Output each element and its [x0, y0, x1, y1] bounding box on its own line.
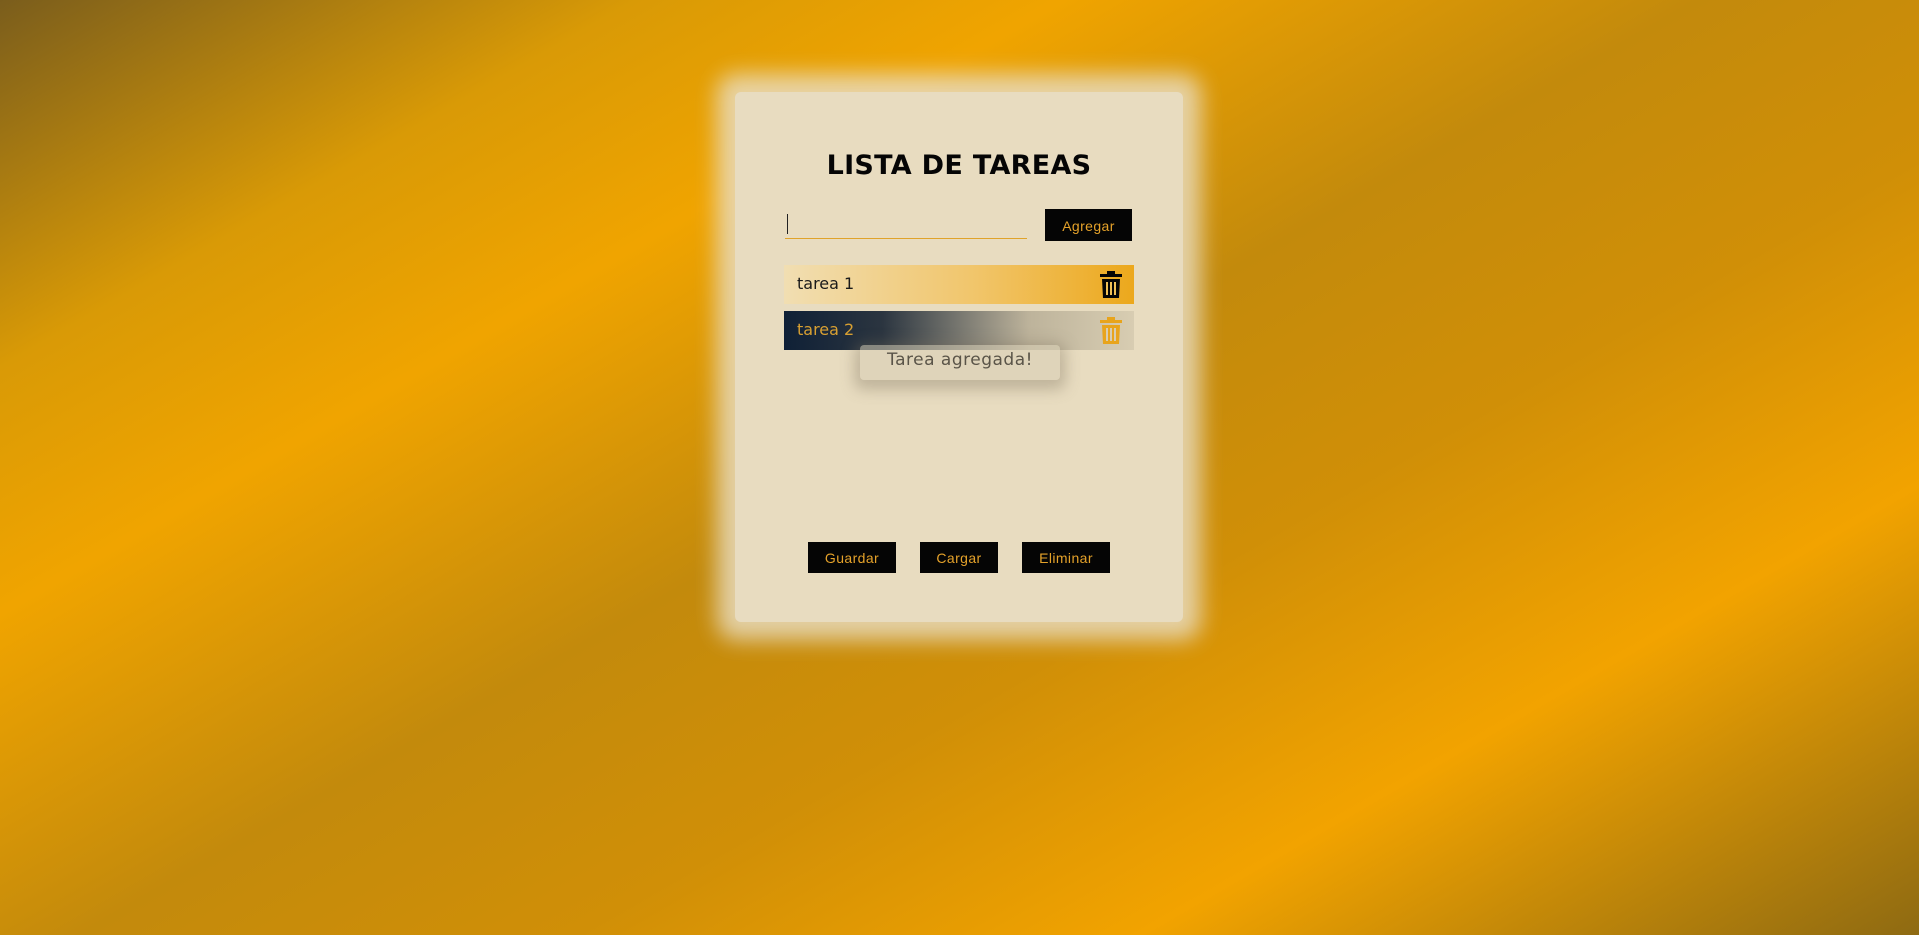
page-title: LISTA DE TAREAS — [826, 150, 1092, 181]
task-label: tarea 2 — [797, 320, 855, 339]
task-list-card: LISTA DE TAREAS Agregar tarea 1 tarea 2 … — [735, 92, 1183, 622]
save-button[interactable]: Guardar — [808, 542, 896, 573]
clear-button[interactable]: Eliminar — [1022, 542, 1110, 573]
task-item[interactable]: tarea 1 — [784, 265, 1134, 304]
load-button[interactable]: Cargar — [920, 542, 998, 573]
text-cursor — [787, 214, 788, 234]
trash-icon[interactable] — [1100, 317, 1122, 344]
task-input[interactable] — [785, 207, 1027, 239]
add-task-button[interactable]: Agregar — [1045, 209, 1132, 241]
trash-icon[interactable] — [1100, 271, 1122, 298]
task-label: tarea 1 — [797, 274, 855, 293]
toast-notification: Tarea agregada! — [860, 345, 1060, 380]
